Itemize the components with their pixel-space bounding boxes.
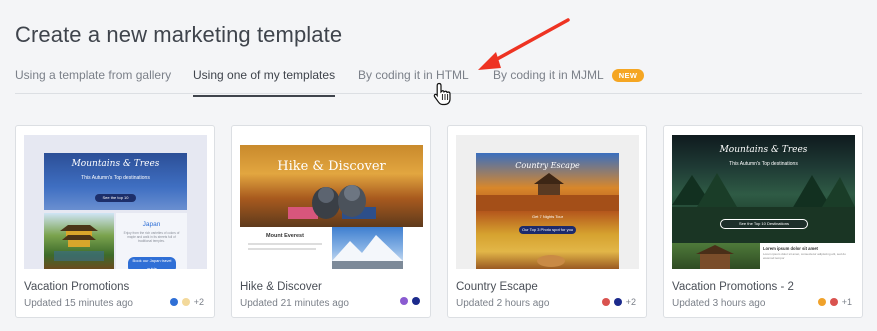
page-title: Create a new marketing template [15, 22, 343, 47]
thumbnail-heading: Mountains & Trees [71, 159, 160, 169]
thumbnail-heading: Mountains & Trees [719, 145, 808, 155]
color-swatch [613, 298, 622, 306]
color-swatch [181, 298, 190, 306]
thumbnail-subheading: Get 7 Nights Tour [531, 214, 564, 219]
thumbnail-side-title: Lorem ipsum dolor sit amet [763, 246, 818, 251]
thumbnail-hero-image: Mountains & Trees This Autumn's Top dest… [672, 135, 855, 243]
color-swatches [396, 297, 420, 305]
template-thumbnail: Hike & Discover Mount Everest [240, 135, 423, 269]
color-swatch [829, 298, 838, 306]
thumbnail-button: See the Top 10 Destinations [720, 219, 808, 229]
template-thumbnail: Mountains & Trees This Autumn's Top dest… [672, 135, 855, 269]
thumbnail-button: Our Top 3 Photo spot for you [519, 226, 576, 234]
thumbnail-caption: Mount Everest [266, 233, 304, 239]
thumbnail-text-line [248, 243, 322, 245]
thumbnail-side-panel: Japan Enjoy from the rich varieties of c… [116, 213, 187, 269]
thumbnail-side-panel: Lorem ipsum dolor sit amet Lorem ipsum d… [760, 243, 855, 269]
color-swatch [817, 298, 826, 306]
thumbnail-button: See the top 10 [95, 194, 136, 202]
tab-gallery[interactable]: Using a template from gallery [15, 68, 171, 82]
more-colors-count: +2 [625, 297, 636, 307]
thumbnail-side-text: Lorem ipsum dolor sit amet, consectetur … [763, 252, 846, 260]
template-updated: Updated 21 minutes ago [240, 298, 349, 309]
thumbnail-hero-image: Hike & Discover [240, 145, 423, 227]
template-name: Country Escape [456, 281, 538, 293]
color-swatch [601, 298, 610, 306]
color-swatch [400, 297, 408, 305]
thumbnail-text-line [248, 248, 316, 250]
thumbnail-subheading: This Autumn's Top destinations [81, 175, 150, 181]
color-swatches: +2 [166, 297, 204, 307]
thumbnail-side-button: Book our Japan travel guide [128, 257, 176, 269]
thumbnail-mountain-photo [332, 227, 403, 269]
new-badge: NEW [611, 69, 645, 82]
thumbnail-temple-photo [44, 213, 114, 269]
template-updated: Updated 3 hours ago [672, 298, 766, 309]
template-card-vacation-promotions-2[interactable]: Mountains & Trees This Autumn's Top dest… [663, 125, 863, 318]
hiking-boots-icon [288, 185, 376, 219]
temple-icon [54, 225, 104, 261]
template-name: Vacation Promotions [24, 281, 130, 293]
color-swatch [412, 297, 420, 305]
thumbnail-side-text: Enjoy from the rich varieties of colors … [123, 231, 180, 243]
template-updated: Updated 15 minutes ago [24, 298, 133, 309]
hand-cursor-icon [433, 82, 451, 106]
color-swatch [169, 298, 178, 306]
template-name: Hike & Discover [240, 281, 322, 293]
thumbnail-hero-image: Country Escape Get 7 Nights Tour Our Top… [476, 153, 619, 269]
thumbnail-hero-image: Mountains & Trees This Autumn's Top dest… [44, 153, 187, 210]
tab-my-templates[interactable]: Using one of my templates [193, 68, 336, 97]
template-card-vacation-promotions[interactable]: Mountains & Trees This Autumn's Top dest… [15, 125, 215, 318]
cabin-icon [696, 245, 734, 269]
thumbnail-side-title: Japan [142, 221, 161, 228]
template-thumbnail: Country Escape Get 7 Nights Tour Our Top… [456, 135, 639, 269]
color-swatches: +2 [598, 297, 636, 307]
farmhouse-icon [476, 173, 619, 267]
template-thumbnail: Mountains & Trees This Autumn's Top dest… [24, 135, 207, 269]
more-colors-count: +1 [841, 297, 852, 307]
mountain-icon [332, 235, 403, 269]
thumbnail-cabin-photo [672, 243, 760, 269]
template-updated: Updated 2 hours ago [456, 298, 550, 309]
thumbnail-subheading: This Autumn's Top destinations [729, 161, 798, 167]
more-colors-count: +2 [193, 297, 204, 307]
thumbnail-caption-panel: Mount Everest [240, 227, 330, 269]
color-swatches: +1 [814, 297, 852, 307]
template-name: Vacation Promotions - 2 [672, 281, 794, 293]
template-card-hike-discover[interactable]: Hike & Discover Mount Everest Hike & Dis… [231, 125, 431, 318]
template-card-country-escape[interactable]: Country Escape Get 7 Nights Tour Our Top… [447, 125, 647, 318]
annotation-arrow-icon [478, 18, 570, 70]
tab-html[interactable]: By coding it in HTML [358, 68, 469, 82]
